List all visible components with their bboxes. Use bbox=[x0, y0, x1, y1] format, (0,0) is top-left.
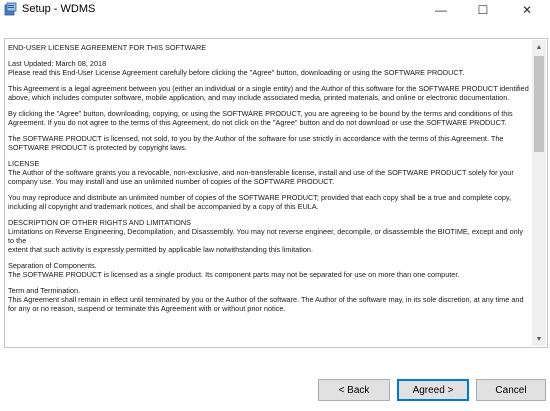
license-paragraph: This Agreement is a legal agreement betw… bbox=[8, 84, 529, 102]
setup-app-icon bbox=[4, 2, 18, 16]
vertical-scrollbar[interactable]: ▲ ▼ bbox=[532, 40, 546, 346]
agreed-button[interactable]: Agreed > bbox=[397, 379, 469, 401]
maximize-button[interactable]: ☐ bbox=[462, 0, 504, 20]
scroll-up-icon[interactable]: ▲ bbox=[532, 40, 546, 54]
license-paragraph: By clicking the "Agree" button, download… bbox=[8, 109, 513, 127]
license-paragraph: Last Updated: March 08, 2018 Please read… bbox=[8, 59, 465, 77]
license-paragraph: Term and Termination. This Agreement sha… bbox=[8, 286, 524, 313]
close-button[interactable]: ✕ bbox=[506, 0, 548, 20]
license-text: END-USER LICENSE AGREEMENT FOR THIS SOFT… bbox=[6, 40, 533, 346]
back-button[interactable]: < Back bbox=[318, 379, 390, 401]
license-textbox[interactable]: END-USER LICENSE AGREEMENT FOR THIS SOFT… bbox=[4, 38, 548, 348]
cancel-button[interactable]: Cancel bbox=[476, 379, 546, 401]
scroll-down-icon[interactable]: ▼ bbox=[532, 332, 546, 346]
minimize-button[interactable]: — bbox=[420, 0, 462, 20]
license-paragraph: END-USER LICENSE AGREEMENT FOR THIS SOFT… bbox=[8, 43, 207, 52]
window-title: Setup - WDMS bbox=[22, 3, 96, 15]
license-paragraph: You may reproduce and distribute an unli… bbox=[8, 193, 512, 211]
license-paragraph: LICENSE The Author of the software grant… bbox=[8, 159, 514, 186]
license-paragraph: Separation of Components. The SOFTWARE P… bbox=[8, 261, 460, 279]
title-bar: Setup - WDMS — ☐ ✕ bbox=[0, 0, 550, 20]
license-paragraph: DESCRIPTION OF OTHER RIGHTS AND LIMITATI… bbox=[8, 218, 523, 254]
license-paragraph: The SOFTWARE PRODUCT is licensed, not so… bbox=[8, 134, 504, 152]
scroll-thumb[interactable] bbox=[534, 56, 544, 152]
